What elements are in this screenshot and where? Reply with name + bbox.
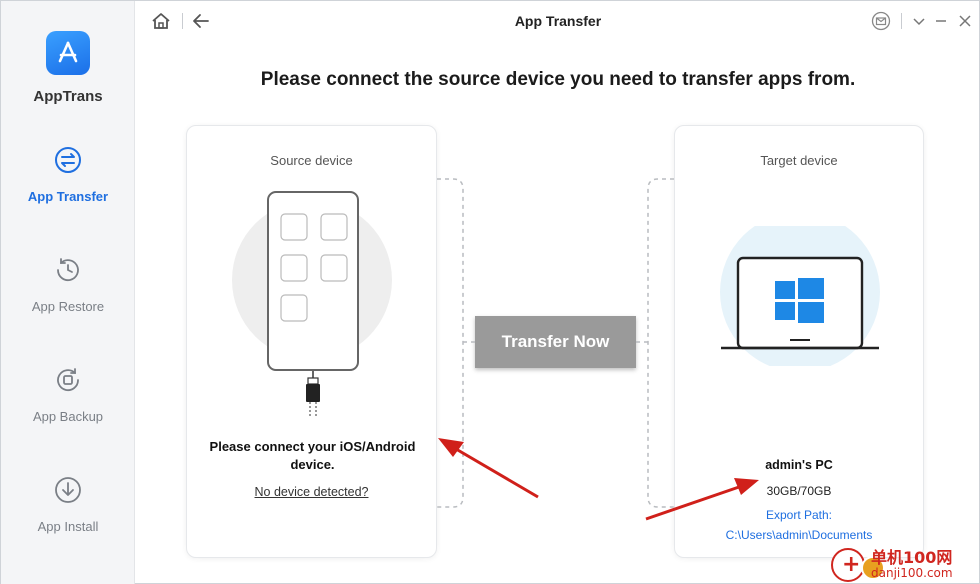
backup-icon [57, 368, 79, 392]
page-title: Please connect the source device you nee… [260, 69, 856, 90]
divider [901, 13, 902, 29]
close-icon[interactable] [955, 11, 975, 31]
connect-device-message: Please connect your iOS/Android device. [209, 439, 416, 472]
sidebar-item-app-backup[interactable]: App Backup [1, 365, 135, 451]
sidebar-item-label: App Transfer [27, 189, 109, 204]
feedback-mail-icon[interactable] [871, 11, 891, 31]
watermark-url: danji100.com [871, 566, 953, 580]
phone-illustration [232, 191, 392, 416]
no-device-detected-link[interactable]: No device detected? [187, 485, 436, 499]
plus-icon: + [831, 548, 865, 582]
annotation-arrow [438, 438, 539, 499]
window-title: App Transfer [514, 13, 602, 29]
transfer-now-button[interactable]: Transfer Now [475, 316, 636, 368]
source-device-card: Source device Please connect your iOS/An… [186, 125, 437, 558]
export-path-link[interactable]: C:\Users\admin\Documents [675, 528, 923, 542]
transfer-arrows-icon [55, 147, 81, 173]
sidebar-item-label: App Backup [32, 409, 104, 424]
source-device-title: Source device [270, 153, 353, 168]
target-device-title: Target device [760, 153, 838, 168]
sidebar-item-app-transfer[interactable]: App Transfer [1, 145, 135, 231]
title-bar: App Transfer [135, 1, 980, 41]
watermark-logo: + 单机100网 danji100.com [831, 544, 980, 584]
clock-restore-icon [57, 258, 79, 282]
app-window: AppTrans App Transfer App Restore App Ba… [0, 0, 980, 584]
sidebar: AppTrans App Transfer App Restore App Ba… [1, 1, 135, 584]
laptop-illustration [720, 226, 880, 366]
target-storage: 30GB/70GB [766, 484, 832, 498]
download-icon [55, 477, 81, 503]
export-path-label: Export Path: [765, 508, 833, 522]
chevron-down-icon[interactable] [909, 11, 929, 31]
target-device-card: Target device admin's PC 30GB/70GB Expor… [674, 125, 924, 558]
minimize-icon[interactable] [931, 11, 951, 31]
sidebar-item-label: App Install [37, 519, 99, 534]
app-name: AppTrans [33, 88, 103, 105]
sidebar-item-app-install[interactable]: App Install [1, 475, 135, 561]
watermark-text: 单机100网 [871, 548, 953, 567]
target-device-name: admin's PC [765, 458, 833, 472]
app-store-a-icon [46, 31, 90, 75]
sidebar-item-app-restore[interactable]: App Restore [1, 255, 135, 341]
sidebar-item-label: App Restore [31, 299, 105, 314]
